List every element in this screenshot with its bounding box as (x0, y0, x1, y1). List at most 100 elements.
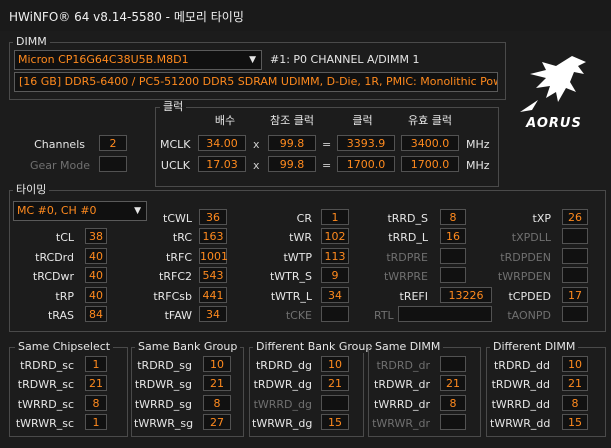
trdpre-value (440, 248, 466, 264)
twrwr-dd-value: 15 (562, 414, 588, 430)
header-ref-clock: 참조 클럭 (270, 114, 314, 127)
taonpd-value (562, 306, 588, 322)
window-title: HWiNFO® 64 v8.14-5580 - 메모리 타이밍 (9, 10, 244, 24)
twrwr-dg-label: tWRWR_dg (252, 417, 313, 430)
trefi-label: tREFI (399, 290, 428, 303)
twtr-s-label: tWTR_S (269, 270, 312, 283)
twtr-l-label: tWTR_L (270, 290, 312, 303)
trfc-label: tRFC (166, 251, 192, 264)
txp-label: tXP (532, 212, 551, 225)
channel-select[interactable]: MC #0, CH #0 ▼ (13, 201, 147, 221)
trdwr-sc-label: tRDWR_sc (17, 378, 74, 391)
trdwr-dr-value: 21 (440, 375, 466, 391)
cr-label: CR (296, 212, 312, 225)
taonpd-label: tAONPD (507, 309, 551, 322)
trdrd-sg-label: tRDRD_sg (137, 359, 192, 372)
trdrd-dd-value: 10 (562, 356, 588, 372)
trp-value: 40 (85, 287, 107, 303)
trfc2-label: tRFC2 (159, 270, 192, 283)
trdrd-sc-value: 1 (85, 356, 107, 372)
trdrd-sc-label: tRDRD_sc (20, 359, 74, 372)
trdrd-dg-value: 10 (321, 356, 349, 372)
module-select[interactable]: Micron CP16G64C38U5B.M8D1 ▼ (14, 50, 262, 70)
trdrd-dr-value (440, 356, 466, 372)
txpdll-value (562, 228, 588, 244)
trfc2-value: 543 (199, 267, 227, 283)
trc-value: 163 (199, 228, 227, 244)
mclk-clock: 3393.9 (337, 135, 395, 151)
txp-value: 26 (562, 209, 588, 225)
header-effective-clock: 유효 클럭 (408, 114, 452, 127)
clock-legend: 클럭 (160, 100, 187, 113)
twrwr-dd-label: tWRWR_dd (490, 417, 551, 430)
twtp-value: 113 (321, 248, 349, 264)
header-clock: 클럭 (352, 114, 373, 127)
uclk-clock: 1700.0 (337, 156, 395, 172)
twrrd-sc-label: tWRRD_sc (17, 398, 74, 411)
trcdwr-label: tRCDwr (32, 270, 74, 283)
trp-label: tRP (55, 290, 74, 303)
cr-value: 1 (321, 209, 349, 225)
tcpded-label: tCPDED (508, 290, 551, 303)
trcdwr-value: 40 (85, 267, 107, 283)
trdpden-value (562, 248, 588, 264)
mclk-label: MCLK (160, 138, 191, 151)
slot-label: #1: P0 CHANNEL A/DIMM 1 (270, 53, 420, 66)
twrwr-dr-label: tWRWR_dr (372, 417, 430, 430)
twrrd-dr-value: 8 (440, 395, 466, 411)
trdrd-sg-value: 10 (203, 356, 231, 372)
uclk-unit: MHz (466, 159, 490, 172)
trc-label: tRC (172, 231, 192, 244)
mclk-equals: = (322, 138, 332, 151)
different-dimm-legend: Different DIMM (490, 340, 579, 353)
twtp-label: tWTP (283, 251, 312, 264)
twrpden-label: tWRPDEN (497, 270, 551, 283)
different-bank-group-legend: Different Bank Group (253, 340, 376, 353)
tcl-value: 38 (85, 228, 107, 244)
trrd-s-label: tRRD_S (387, 212, 428, 225)
mclk-effective: 3400.0 (401, 135, 459, 151)
trrd-l-label: tRRD_L (388, 231, 428, 244)
trfc-value: 1001 (199, 248, 228, 264)
txpdll-label: tXPDLL (511, 231, 551, 244)
trdwr-dg-value: 21 (321, 375, 349, 391)
tcwl-label: tCWL (163, 212, 192, 225)
twrwr-sc-value: 1 (85, 414, 107, 430)
twrrd-dd-value: 8 (562, 395, 588, 411)
timing-legend: 타이밍 (13, 183, 50, 196)
gear-mode-value (99, 156, 127, 172)
gear-mode-label: Gear Mode (29, 159, 90, 172)
trdrd-dd-label: tRDRD_dd (493, 359, 550, 372)
rtl-label: RTL (374, 309, 394, 322)
twrrd-dr-label: tWRRD_dr (374, 398, 430, 411)
dimm-legend: DIMM (13, 35, 50, 48)
uclk-label: UCLK (160, 159, 190, 172)
twrpre-label: tWRPRE (383, 270, 428, 283)
channel-select-value: MC #0, CH #0 (17, 204, 97, 217)
tras-label: tRAS (47, 309, 74, 322)
twrrd-dg-label: tWRRD_dg (253, 398, 312, 411)
twtr-l-value: 34 (321, 287, 349, 303)
uclk-equals: = (322, 159, 332, 172)
same-chipselect-legend: Same Chipselect (15, 340, 114, 353)
trdwr-dg-label: tRDWR_dg (253, 378, 312, 391)
uclk-times: x (253, 159, 260, 172)
trdpden-label: tRDPDEN (500, 251, 551, 264)
tcpded-value: 17 (562, 287, 588, 303)
twr-label: tWR (289, 231, 312, 244)
twrpden-value (562, 267, 588, 283)
twrrd-sc-value: 8 (85, 395, 107, 411)
twrwr-sc-label: tWRWR_sc (15, 417, 74, 430)
trdwr-dd-value: 21 (562, 375, 588, 391)
tcwl-value: 36 (199, 209, 227, 225)
trdwr-sc-value: 21 (85, 375, 107, 391)
twrwr-sg-value: 27 (203, 414, 231, 430)
trcdrd-label: tRCDrd (35, 251, 74, 264)
tcke-value (321, 306, 349, 322)
trdwr-dr-label: tRDWR_dr (374, 378, 430, 391)
twrpre-value (440, 267, 466, 283)
tfaw-label: tFAW (164, 309, 192, 322)
mclk-ref-clock: 99.8 (268, 135, 316, 151)
trfcsb-value: 441 (199, 287, 227, 303)
module-select-value: Micron CP16G64C38U5B.M8D1 (18, 53, 189, 66)
